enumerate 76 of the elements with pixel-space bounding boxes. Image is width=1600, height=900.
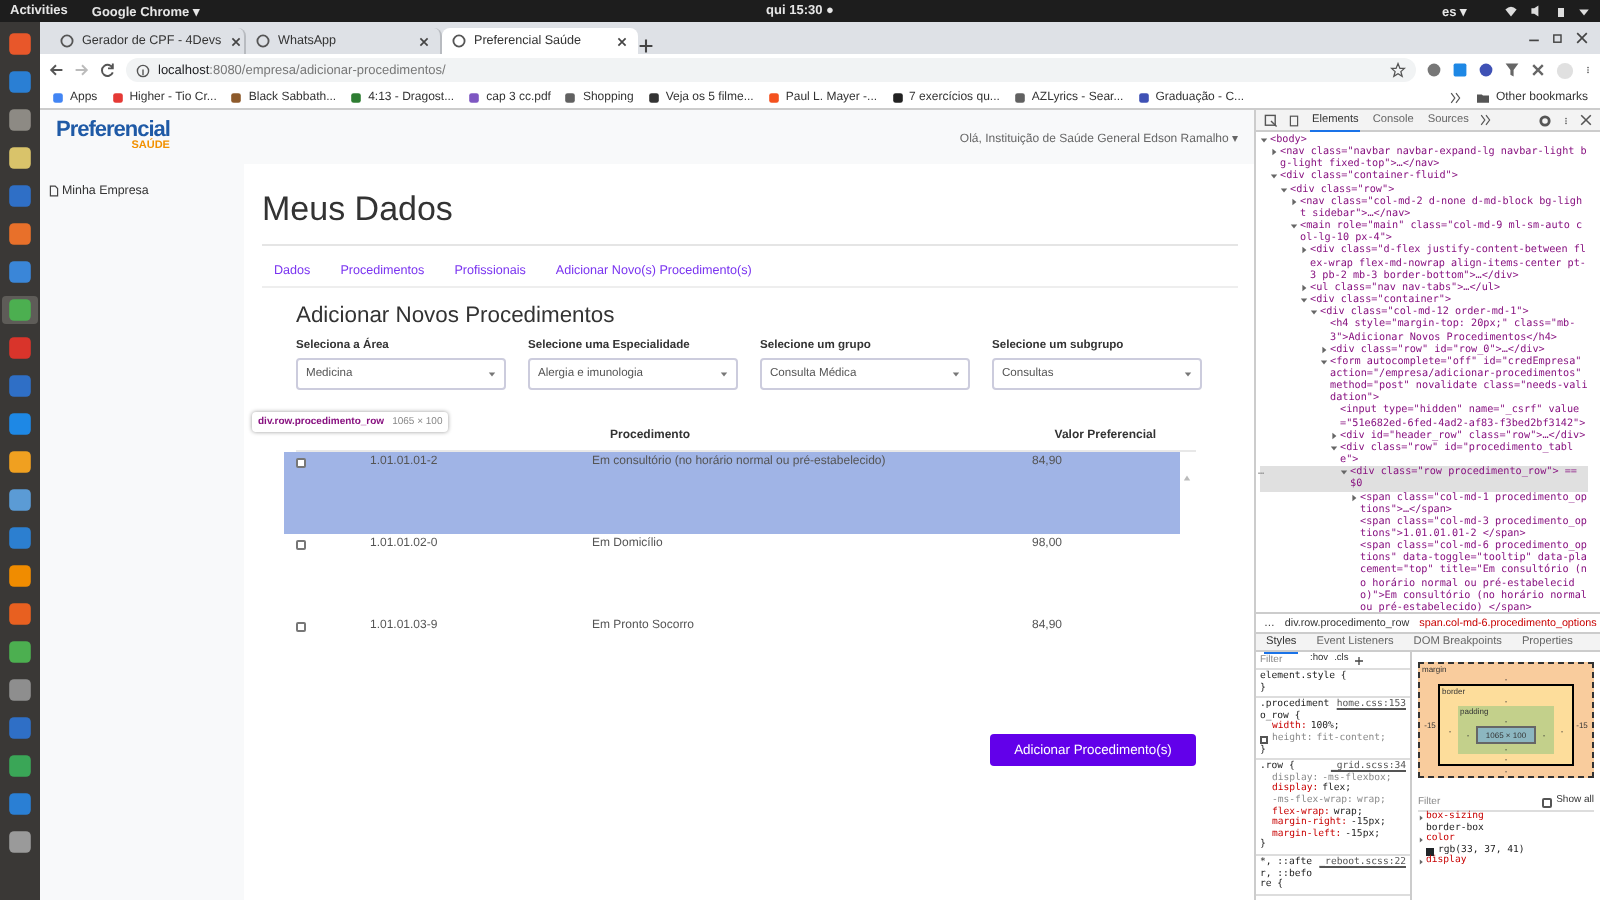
funnel-icon[interactable] (1504, 62, 1520, 78)
bookmark-favicon-icon (468, 91, 481, 103)
app-icon[interactable] (8, 146, 32, 170)
speaker-icon (1530, 4, 1544, 18)
restore-icon[interactable] (1552, 32, 1564, 44)
plus-icon[interactable] (1354, 655, 1365, 665)
page-title: Meus Dados (262, 190, 1238, 246)
app-icon[interactable] (8, 526, 32, 550)
caret-right-icon[interactable] (1350, 491, 1358, 504)
close-icon[interactable] (1576, 32, 1588, 44)
row-checkbox[interactable] (296, 622, 306, 632)
app-icon[interactable] (8, 792, 32, 816)
caret-right-icon[interactable] (1418, 858, 1424, 867)
globe-icon (452, 34, 466, 48)
close-icon[interactable] (616, 35, 628, 47)
bookmark-favicon-icon (230, 91, 243, 103)
globe-icon (60, 34, 74, 48)
document-icon (48, 184, 60, 198)
caret-right-icon[interactable] (1418, 813, 1424, 822)
section-heading: Adicionar Novos Procedimentos (296, 304, 617, 328)
bookmark-favicon-icon (1013, 91, 1026, 103)
app-icon[interactable] (8, 70, 32, 94)
inspect-cursor-icon[interactable] (1264, 113, 1278, 127)
app-icon[interactable] (8, 108, 32, 132)
close-icon[interactable] (1580, 114, 1592, 126)
app-icon[interactable] (8, 564, 32, 588)
info-icon (136, 63, 150, 77)
folder-icon (1475, 91, 1490, 103)
bookmark-favicon-icon (564, 91, 577, 103)
app-icon[interactable] (8, 678, 32, 702)
row-checkbox[interactable] (296, 458, 306, 468)
caret-right-icon[interactable] (1300, 244, 1308, 257)
caret-down-icon (952, 370, 960, 378)
star-icon[interactable] (1390, 62, 1406, 78)
bookmark-favicon-icon (350, 91, 363, 103)
caret-right-icon[interactable] (1270, 146, 1278, 159)
app-icon[interactable] (8, 412, 32, 436)
color-swatch[interactable] (1426, 847, 1434, 856)
caret-down-icon (1184, 370, 1192, 378)
app-icon[interactable] (8, 602, 32, 626)
caret-right-icon[interactable] (1330, 429, 1338, 442)
app-icon[interactable] (8, 640, 32, 664)
app-icon[interactable] (8, 260, 32, 284)
bookmark-favicon-icon (111, 91, 124, 103)
bookmark-favicon-icon (1137, 91, 1150, 103)
caret-right-icon[interactable] (1320, 343, 1328, 356)
globe-icon (256, 34, 270, 48)
caret-right-icon[interactable] (1300, 281, 1308, 294)
bookmark-favicon-icon (52, 91, 64, 103)
caret-right-icon[interactable] (1290, 195, 1298, 208)
bookmark-favicon-icon (891, 91, 904, 103)
app-icon[interactable] (8, 32, 32, 56)
caret-down-icon (720, 370, 728, 378)
chevron-right-icon[interactable] (1449, 91, 1462, 103)
app-icon[interactable] (8, 222, 32, 246)
row-checkbox[interactable] (296, 540, 306, 550)
caret-down-icon (1578, 5, 1590, 17)
wifi-icon (1504, 4, 1518, 18)
device-icon[interactable] (1288, 113, 1300, 127)
plus-icon[interactable] (638, 38, 654, 54)
settings-icon[interactable] (1538, 113, 1552, 127)
app-icon[interactable] (8, 488, 32, 512)
bookmark-favicon-icon (767, 91, 780, 103)
app-icon[interactable] (8, 450, 32, 474)
extension-icon[interactable] (1530, 62, 1546, 78)
bookmark-favicon-icon (647, 91, 660, 103)
close-icon[interactable] (418, 35, 430, 47)
reload-icon[interactable] (100, 62, 116, 78)
back-arrow-icon[interactable] (48, 62, 64, 78)
caret-down-icon (488, 370, 496, 378)
app-icon[interactable] (8, 830, 32, 854)
battery-icon (1556, 3, 1566, 19)
chevron-right-icon[interactable] (1480, 114, 1493, 126)
close-icon[interactable] (229, 35, 242, 47)
app-icon[interactable] (8, 754, 32, 778)
show-all-checkbox[interactable] (1542, 797, 1553, 807)
